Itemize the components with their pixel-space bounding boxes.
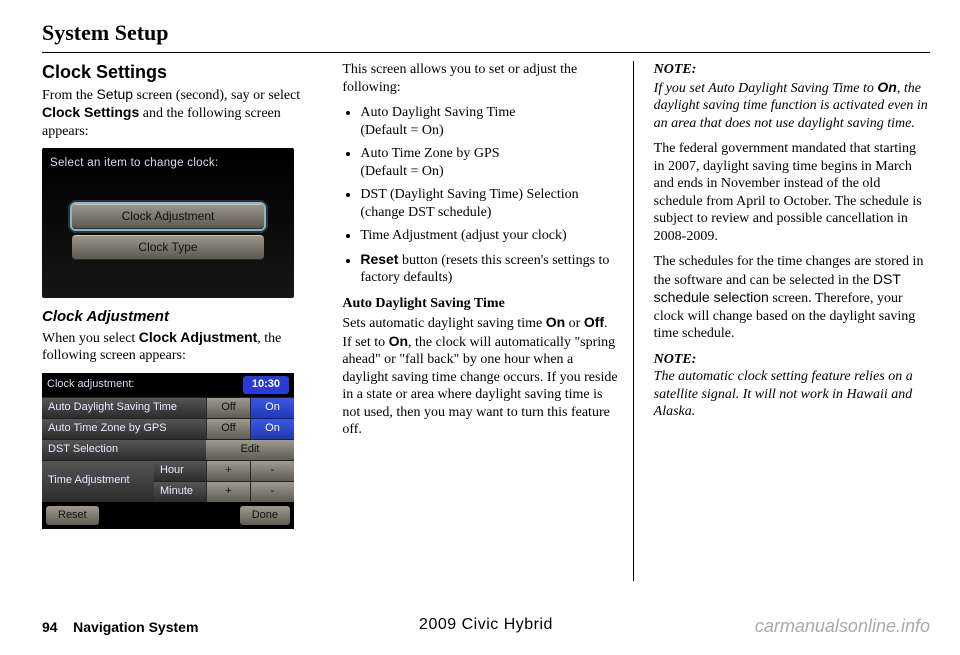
setup-word: Setup (96, 86, 133, 102)
shot2-title: Clock adjustment: (47, 378, 134, 392)
reset-word: Reset (360, 251, 398, 267)
shot2-dst-off[interactable]: Off (206, 398, 250, 418)
shot2-clock: 10:30 (243, 376, 289, 394)
mid-bullets: Auto Daylight Saving Time (Default = On)… (342, 104, 618, 287)
shot2-row-tz: Auto Time Zone by GPS (42, 419, 206, 439)
text: or (565, 316, 584, 331)
page-label: Navigation System (73, 619, 198, 635)
shot2-edit-button[interactable]: Edit (206, 440, 294, 460)
right-p2: The federal government mandated that sta… (654, 140, 930, 245)
shot2-minute-plus[interactable]: + (206, 482, 250, 502)
right-p3: The schedules for the time changes are s… (654, 253, 930, 343)
text: Sets automatic daylight saving time (342, 316, 545, 331)
text: Auto Time Zone by GPS (360, 146, 499, 161)
page-title: System Setup (42, 20, 930, 53)
bullet-tz: Auto Time Zone by GPS (Default = On) (360, 145, 618, 180)
screenshot-clock-menu: Select an item to change clock: Clock Ad… (42, 148, 294, 298)
mid-intro: This screen allows you to set or adjust … (342, 61, 618, 96)
text: (Default = On) (360, 123, 443, 138)
on-word: On (389, 333, 408, 349)
text: DST (Daylight Saving Time) Selection (360, 187, 578, 202)
subsection-clock-adjustment: Clock Adjustment (42, 308, 318, 327)
shot2-reset-button[interactable]: Reset (46, 506, 99, 526)
intro-paragraph: From the Setup screen (second), say or s… (42, 86, 318, 141)
text: button (resets this screen's settings to… (360, 253, 609, 286)
note-2: NOTE: The automatic clock setting featur… (654, 351, 930, 421)
text: From the (42, 88, 96, 103)
bullet-dst: Auto Daylight Saving Time (Default = On) (360, 104, 618, 139)
text: Auto Daylight Saving Time (360, 105, 515, 120)
column-middle: This screen allows you to set or adjust … (342, 61, 633, 581)
shot1-btn-clock-adjustment[interactable]: Clock Adjustment (72, 204, 264, 229)
sub-paragraph: When you select Clock Adjustment, the fo… (42, 329, 318, 365)
screenshot-clock-adjustment: Clock adjustment: 10:30 Auto Daylight Sa… (42, 373, 294, 529)
bullet-reset: Reset button (resets this screen's setti… (360, 251, 618, 287)
shot2-hour-label: Hour (154, 461, 206, 481)
note-label: NOTE: (654, 352, 697, 367)
text: (Default = On) (360, 164, 443, 179)
note-1: NOTE: If you set Auto Daylight Saving Ti… (654, 61, 930, 132)
text: screen (second), say or select (133, 88, 300, 103)
bullet-timeadj: Time Adjustment (adjust your clock) (360, 227, 618, 245)
clock-settings-word: Clock Settings (42, 104, 139, 120)
mid-heading-autodst: Auto Daylight Saving Time (342, 295, 618, 313)
footer-watermark: carmanualsonline.info (755, 616, 930, 637)
footer-model: 2009 Civic Hybrid (419, 616, 553, 634)
page-number: 94 (42, 619, 58, 635)
shot2-dst-on[interactable]: On (250, 398, 294, 418)
note-label: NOTE: (654, 62, 697, 77)
clock-adjustment-word: Clock Adjustment (139, 329, 258, 345)
off-word: Off (584, 314, 604, 330)
on-word: On (546, 314, 565, 330)
shot2-hour-minus[interactable]: - (250, 461, 294, 481)
shot2-tz-off[interactable]: Off (206, 419, 250, 439)
mid-autodst-paragraph: Sets automatic daylight saving time On o… (342, 314, 618, 439)
text: The automatic clock setting feature reli… (654, 369, 913, 419)
shot2-minute-minus[interactable]: - (250, 482, 294, 502)
shot2-row-dst: Auto Daylight Saving Time (42, 398, 206, 418)
on-word: On (877, 79, 896, 95)
text: When you select (42, 331, 139, 346)
shot1-btn-clock-type[interactable]: Clock Type (72, 235, 264, 260)
shot2-done-button[interactable]: Done (240, 506, 290, 526)
content-columns: Clock Settings From the Setup screen (se… (42, 61, 930, 581)
column-right: NOTE: If you set Auto Daylight Saving Ti… (652, 61, 930, 581)
page-number-block: 94 Navigation System (42, 619, 198, 635)
shot2-row-timeadj: Time Adjustment (42, 461, 154, 502)
text: (change DST schedule) (360, 205, 491, 220)
bullet-dstsel: DST (Daylight Saving Time) Selection (ch… (360, 186, 618, 221)
shot2-hour-plus[interactable]: + (206, 461, 250, 481)
text: If you set Auto Daylight Saving Time to (654, 81, 878, 96)
shot2-minute-label: Minute (154, 482, 206, 502)
column-left: Clock Settings From the Setup screen (se… (42, 61, 324, 581)
section-clock-settings: Clock Settings (42, 61, 318, 84)
shot1-prompt: Select an item to change clock: (50, 156, 286, 170)
shot2-row-dstsel: DST Selection (42, 440, 206, 460)
shot2-tz-on[interactable]: On (250, 419, 294, 439)
page-footer: 94 Navigation System 2009 Civic Hybrid c… (42, 616, 930, 637)
